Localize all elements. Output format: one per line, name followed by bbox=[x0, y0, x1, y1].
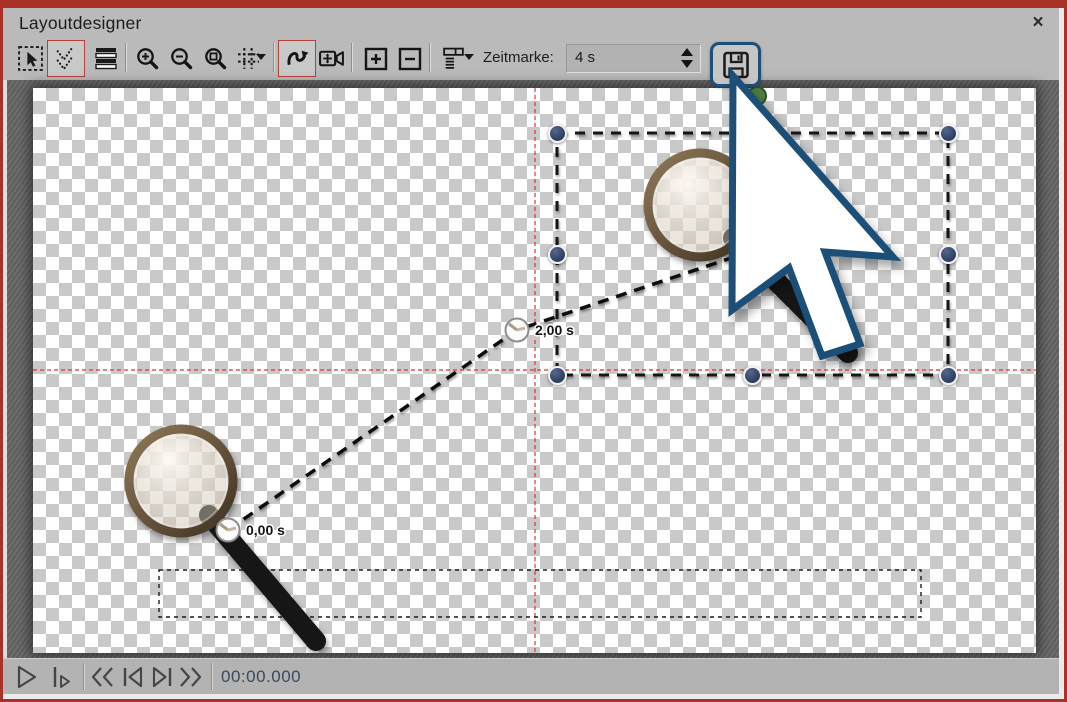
remove-button[interactable] bbox=[391, 40, 429, 77]
skip-to-end-icon bbox=[149, 664, 175, 690]
separator bbox=[429, 43, 431, 72]
layout-canvas[interactable]: 0,00 s 2,00 s bbox=[33, 88, 1036, 653]
time-display: 00:00.000 bbox=[221, 667, 301, 687]
play-button[interactable] bbox=[13, 663, 41, 691]
play-from-time-button[interactable] bbox=[49, 663, 77, 691]
zoom-in-icon bbox=[135, 46, 161, 72]
layers-button[interactable] bbox=[87, 40, 125, 77]
waypoint-start-label: 0,00 s bbox=[246, 522, 285, 538]
grid-dropdown-icon[interactable] bbox=[256, 54, 266, 60]
layoutdesigner-window: Layoutdesigner × bbox=[0, 0, 1067, 702]
canvas-margin-hatch: 0,00 s 2,00 s bbox=[3, 80, 1059, 658]
camera-pan-icon bbox=[318, 45, 345, 72]
selection-handle[interactable] bbox=[743, 124, 762, 143]
motion-curve-icon bbox=[284, 45, 311, 72]
skip-to-start-button[interactable] bbox=[119, 663, 147, 691]
selection-handle[interactable] bbox=[548, 245, 567, 264]
canvas-art: 0,00 s 2,00 s bbox=[33, 88, 1036, 653]
rewind-button[interactable] bbox=[88, 663, 116, 691]
zeitmarke-label: Zeitmarke: bbox=[483, 49, 554, 66]
close-button[interactable]: × bbox=[1025, 11, 1051, 35]
minus-icon bbox=[397, 46, 423, 72]
marquee-select-icon bbox=[17, 45, 44, 72]
separator bbox=[83, 663, 85, 690]
save-floppy-icon bbox=[720, 49, 752, 81]
current-time-marker[interactable] bbox=[748, 88, 766, 105]
selection-handle[interactable] bbox=[743, 366, 762, 385]
layers-icon bbox=[93, 46, 119, 71]
selection-handle[interactable] bbox=[548, 366, 567, 385]
skip-to-start-icon bbox=[120, 664, 146, 690]
spinner-down-icon[interactable] bbox=[681, 60, 693, 68]
titlebar[interactable]: Layoutdesigner × bbox=[3, 8, 1059, 36]
selection-handle[interactable] bbox=[939, 245, 958, 264]
rewind-icon bbox=[88, 664, 116, 690]
zeitmarke-input[interactable]: 4 s bbox=[566, 44, 700, 72]
keyframe-list-icon bbox=[441, 46, 466, 71]
selection-handle[interactable] bbox=[939, 124, 958, 143]
motion-path[interactable] bbox=[228, 255, 740, 530]
window-accent-strip bbox=[0, 0, 1067, 8]
separator bbox=[211, 663, 213, 690]
selection-handle[interactable] bbox=[548, 124, 567, 143]
separator bbox=[125, 43, 127, 72]
zoom-out-icon bbox=[169, 46, 195, 72]
waypoint-middle-label: 2,00 s bbox=[535, 322, 574, 338]
magnifier-object-end[interactable] bbox=[648, 153, 848, 353]
zone-edge bbox=[3, 80, 7, 658]
camera-pan-button[interactable] bbox=[312, 40, 350, 77]
fast-forward-icon bbox=[177, 664, 205, 690]
separator bbox=[273, 43, 275, 72]
selection-handle[interactable] bbox=[939, 366, 958, 385]
plus-icon bbox=[363, 46, 389, 72]
waypoint-middle[interactable] bbox=[506, 319, 529, 342]
window-title: Layoutdesigner bbox=[19, 13, 141, 34]
play-from-time-icon bbox=[50, 664, 76, 690]
motion-path-tool-button[interactable] bbox=[47, 40, 85, 77]
keyframe-list-dropdown-icon[interactable] bbox=[464, 54, 474, 60]
select-tool-button[interactable] bbox=[11, 40, 49, 77]
save-button[interactable] bbox=[710, 42, 761, 87]
waypoint-start[interactable] bbox=[217, 519, 240, 542]
motion-path-icon bbox=[54, 45, 78, 72]
separator bbox=[351, 43, 353, 72]
spinner-up-icon[interactable] bbox=[681, 48, 693, 56]
fast-forward-button[interactable] bbox=[177, 663, 205, 691]
zoom-out-button[interactable] bbox=[163, 40, 201, 77]
playback-bar: 00:00.000 bbox=[3, 658, 1059, 694]
zoom-fit-icon bbox=[203, 46, 229, 72]
toolbar: Zeitmarke: 4 s bbox=[3, 36, 1059, 80]
skip-to-end-button[interactable] bbox=[148, 663, 176, 691]
motion-curve-button[interactable] bbox=[278, 40, 316, 77]
play-icon bbox=[14, 664, 40, 690]
zoom-in-button[interactable] bbox=[129, 40, 167, 77]
add-button[interactable] bbox=[357, 40, 395, 77]
window-border bbox=[0, 0, 3, 702]
